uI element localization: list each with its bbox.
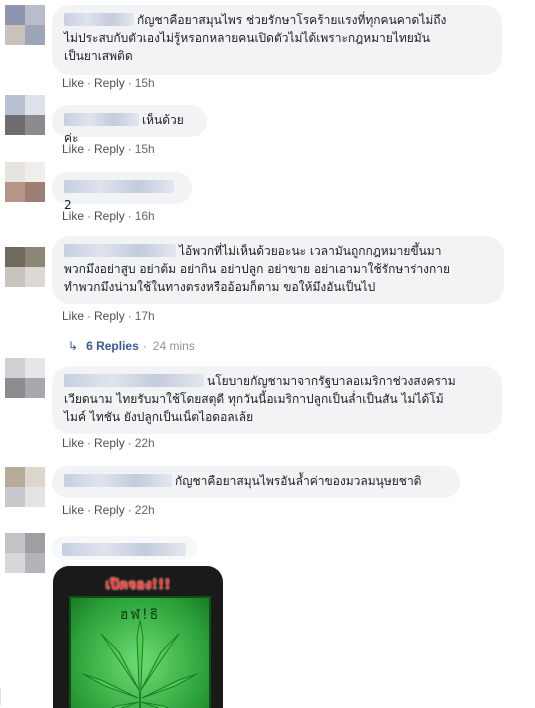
comment-actions: Like · Reply · 22h (62, 503, 155, 517)
comment-time[interactable]: 15h (135, 76, 155, 90)
commenter-avatar[interactable] (5, 5, 45, 45)
commenter-avatar[interactable] (5, 467, 45, 507)
commenter-avatar[interactable] (5, 247, 45, 287)
image-caption: เปิดจอง!!! (105, 577, 171, 593)
commenter-avatar[interactable] (5, 162, 45, 202)
like-link[interactable]: Like (62, 142, 84, 156)
replies-time: 24 mins (152, 339, 195, 353)
blurred-username[interactable] (64, 244, 176, 257)
commenter-avatar[interactable] (5, 358, 45, 398)
comment-line: ทำพวกมึงน่ามใช้ในทางตรงหรืออ้อมก็ตาม ขอใ… (64, 280, 376, 294)
reply-arrow-icon: ↳ (68, 339, 79, 353)
blurred-username[interactable] (64, 374, 204, 387)
commenter-avatar[interactable] (5, 533, 45, 573)
comment-bubble: นโยบายกัญชามาจากรัฐบาลอเมริกาช่วงสงคราม … (52, 366, 502, 434)
comment-bubble: เห็นด้วยค่ะ (52, 105, 207, 145)
blurred-username[interactable] (64, 13, 134, 26)
comment-bubble: กัญชาคือยาสมุนไพร ช่วยรักษาโรคร้ายแรงที่… (52, 5, 502, 75)
comment-line: กัญชาคือยาสมุนไพรอันล้ำค่าของมวลมนุษยชาต… (175, 474, 422, 488)
replies-count[interactable]: 6 Replies (86, 339, 139, 353)
reply-link[interactable]: Reply (94, 436, 125, 450)
comment-line: พวกมึงอย่าสูบ อย่าต้ม อย่ากิน อย่าปลูก อ… (64, 262, 451, 276)
reply-link[interactable]: Reply (94, 309, 125, 323)
comment-line: กัญชาคือยาสมุนไพร ช่วยรักษาโรคร้ายแรงที่… (64, 11, 490, 29)
cannabis-leaf-image: ฮฬ!ธิ (69, 596, 211, 708)
comment-line: เป็นยาเสพติด (64, 49, 133, 63)
blurred-username-block[interactable] (52, 536, 197, 560)
blurred-username[interactable] (64, 113, 139, 126)
reply-link[interactable]: Reply (94, 142, 125, 156)
comment-line: เวียดนาม ไทยรับมาใช้โดยสตุดี ทุกวันนี้อเ… (64, 392, 444, 406)
like-link[interactable]: Like (62, 503, 84, 517)
comment-line: ไม่ประสบกับตัวเองไม่รู้หรอกหลายคนเปิดตัว… (64, 31, 430, 45)
comment-time[interactable]: 17h (135, 309, 155, 323)
comment-bubble: กัญชาคือยาสมุนไพรอันล้ำค่าของมวลมนุษยชาต… (52, 466, 460, 498)
comment-time[interactable]: 15h (135, 142, 155, 156)
reply-link[interactable]: Reply (94, 76, 125, 90)
comment-line: นโยบายกัญชามาจากรัฐบาลอเมริกาช่วงสงคราม (64, 372, 490, 390)
comment-actions: Like · Reply · 22h (62, 436, 155, 450)
like-link[interactable]: Like (62, 309, 84, 323)
reply-link[interactable]: Reply (94, 503, 125, 517)
blurred-username[interactable] (64, 180, 174, 193)
comment-time[interactable]: 16h (135, 209, 155, 223)
reply-link[interactable]: Reply (94, 209, 125, 223)
comment-line: ไมค์ ไทชัน ยังปลูกเป็นเน็ตไอดอลเล้ย (64, 410, 254, 424)
like-link[interactable]: Like (62, 209, 84, 223)
comment-time[interactable]: 22h (135, 503, 155, 517)
view-replies-link[interactable]: ↳ 6 Replies · 24 mins (68, 339, 195, 353)
commenter-avatar[interactable] (5, 95, 45, 135)
scrollbar-edge[interactable] (0, 688, 9, 705)
cannabis-leaf-icon (82, 619, 198, 708)
comment-bubble: ไอ้พวกที่ไม่เห็นด้วยอะนะ เวลามันถูกกฎหมา… (52, 236, 504, 304)
comment-image[interactable]: เปิดจอง!!! ฮฬ!ธิ (53, 566, 223, 708)
like-link[interactable]: Like (62, 436, 84, 450)
comment-time[interactable]: 22h (135, 436, 155, 450)
comment-actions: Like · Reply · 17h (62, 309, 155, 323)
comment-actions: Like · Reply · 15h (62, 76, 155, 90)
like-link[interactable]: Like (62, 76, 84, 90)
blurred-username[interactable] (64, 474, 172, 487)
comment-actions: Like · Reply · 15h (62, 142, 155, 156)
comment-actions: Like · Reply · 16h (62, 209, 155, 223)
comment-bubble: 2 (52, 172, 192, 212)
comment-line: ไอ้พวกที่ไม่เห็นด้วยอะนะ เวลามันถูกกฎหมา… (64, 242, 492, 260)
